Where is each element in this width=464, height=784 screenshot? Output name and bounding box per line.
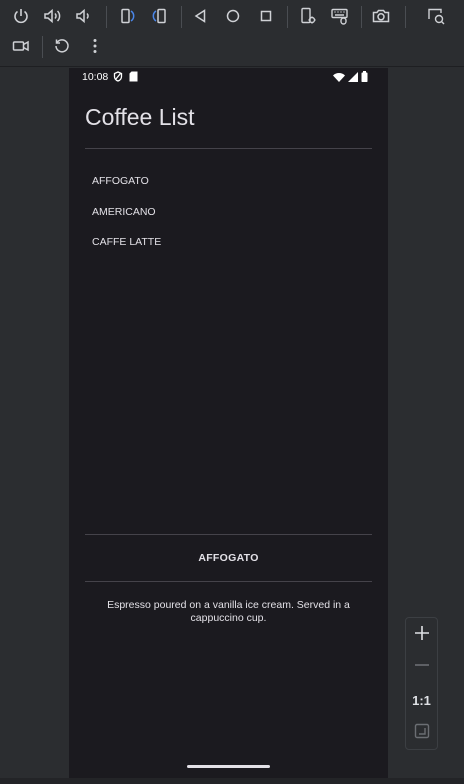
- fit-screen-button[interactable]: [406, 718, 437, 748]
- coffee-list: AFFOGATO AMERICANO CAFFE LATTE: [85, 166, 372, 258]
- detail-divider-bottom: [85, 581, 372, 582]
- list-item[interactable]: CAFFE LATTE: [85, 227, 372, 258]
- plus-icon: [413, 624, 431, 646]
- toolbar-border: [0, 66, 464, 67]
- device-settings-icon[interactable]: [294, 2, 322, 30]
- detail-description: Espresso poured on a vanilla ice cream. …: [107, 599, 350, 624]
- reset-icon[interactable]: [48, 32, 76, 60]
- rotate-right-icon[interactable]: [146, 2, 174, 30]
- status-right-icons: [333, 71, 368, 82]
- volume-up-icon[interactable]: [38, 2, 66, 30]
- status-bar: 10:08: [69, 68, 388, 86]
- record-screen-icon[interactable]: [7, 32, 35, 60]
- status-time: 10:08: [82, 71, 109, 83]
- list-item[interactable]: AFFOGATO: [85, 166, 372, 197]
- keyboard-mouse-icon[interactable]: [326, 2, 354, 30]
- vpn-shield-icon: [113, 71, 123, 82]
- minus-icon: [413, 656, 431, 678]
- rotate-left-icon[interactable]: [113, 2, 141, 30]
- window-bottom-edge: [0, 778, 464, 784]
- gesture-navigation-handle[interactable]: [187, 765, 270, 768]
- toolbar-separator: [106, 6, 107, 28]
- sd-card-icon: [129, 71, 138, 82]
- fit-screen-icon: [413, 722, 431, 744]
- page-title: Coffee List: [85, 104, 195, 130]
- wifi-icon: [333, 72, 345, 82]
- overview-icon[interactable]: [252, 2, 280, 30]
- toolbar-row-primary: [0, 2, 464, 32]
- more-options-icon[interactable]: [81, 32, 109, 60]
- toolbar-separator: [42, 36, 43, 58]
- status-left-icons: [113, 71, 138, 82]
- toolbar-separator: [287, 6, 288, 28]
- back-icon[interactable]: [187, 2, 215, 30]
- zoom-out-button[interactable]: [406, 652, 437, 682]
- zoom-in-button[interactable]: [406, 620, 437, 650]
- zoom-panel: 1:1: [405, 617, 438, 750]
- camera-icon[interactable]: [367, 2, 395, 30]
- list-item[interactable]: AMERICANO: [85, 197, 372, 228]
- emulator-toolbar: [0, 0, 464, 66]
- home-icon[interactable]: [219, 2, 247, 30]
- volume-down-icon[interactable]: [69, 2, 97, 30]
- cellular-signal-icon: [348, 71, 358, 82]
- detail-title: AFFOGATO: [198, 552, 259, 564]
- actual-size-button[interactable]: 1:1: [406, 685, 437, 715]
- device-screen[interactable]: 10:08 Coffee List AFFOGATO AMERICANO CAF: [69, 68, 388, 778]
- toolbar-separator: [361, 6, 362, 28]
- power-icon[interactable]: [7, 2, 35, 30]
- toolbar-separator: [405, 6, 406, 28]
- toolbar-row-secondary: [0, 32, 464, 62]
- actual-size-label: 1:1: [412, 692, 431, 708]
- title-divider: [85, 148, 372, 149]
- toolbar-separator: [181, 6, 182, 28]
- zoom-window-icon[interactable]: [422, 2, 450, 30]
- battery-icon: [361, 71, 368, 82]
